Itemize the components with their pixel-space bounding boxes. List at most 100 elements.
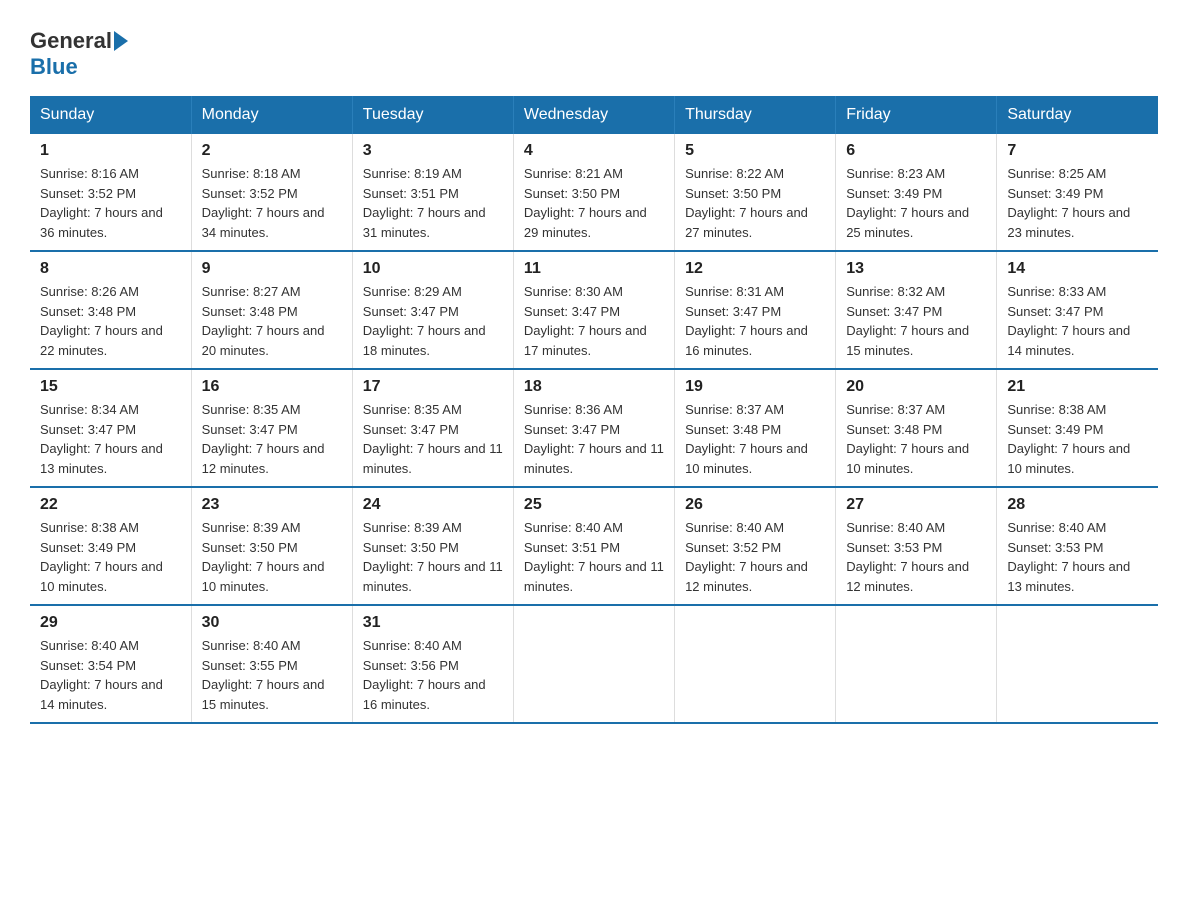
day-info: Sunrise: 8:33 AMSunset: 3:47 PMDaylight:… [1007,282,1148,360]
calendar-header: SundayMondayTuesdayWednesdayThursdayFrid… [30,96,1158,134]
day-number: 21 [1007,378,1148,396]
day-number: 15 [40,378,181,396]
day-info: Sunrise: 8:29 AMSunset: 3:47 PMDaylight:… [363,282,503,360]
day-number: 8 [40,260,181,278]
day-number: 22 [40,496,181,514]
day-info: Sunrise: 8:40 AMSunset: 3:52 PMDaylight:… [685,518,825,596]
calendar-cell: 13Sunrise: 8:32 AMSunset: 3:47 PMDayligh… [836,251,997,369]
day-number: 29 [40,614,181,632]
day-number: 6 [846,142,986,160]
day-number: 4 [524,142,664,160]
day-number: 17 [363,378,503,396]
day-info: Sunrise: 8:38 AMSunset: 3:49 PMDaylight:… [40,518,181,596]
logo: General Blue [30,20,130,80]
calendar-cell [513,605,674,723]
header-monday: Monday [191,96,352,134]
calendar-cell: 25Sunrise: 8:40 AMSunset: 3:51 PMDayligh… [513,487,674,605]
calendar-cell: 28 Sunrise: 8:40 AMSunset: 3:53 PMDayligh… [997,487,1158,605]
day-number: 20 [846,378,986,396]
week-row-2: 8 Sunrise: 8:26 AMSunset: 3:48 PMDaylight… [30,251,1158,369]
header-sunday: Sunday [30,96,191,134]
day-number: 10 [363,260,503,278]
calendar-cell: 10 Sunrise: 8:29 AMSunset: 3:47 PMDayligh… [352,251,513,369]
day-number: 18 [524,378,664,396]
day-info: Sunrise: 8:36 AMSunset: 3:47 PMDaylight:… [524,400,664,478]
day-info: Sunrise: 8:27 AMSunset: 3:48 PMDaylight:… [202,282,342,360]
calendar-table: SundayMondayTuesdayWednesdayThursdayFrid… [30,96,1158,724]
day-info: Sunrise: 8:35 AMSunset: 3:47 PMDaylight:… [202,400,342,478]
calendar-cell: 18 Sunrise: 8:36 AMSunset: 3:47 PMDayligh… [513,369,674,487]
week-row-3: 15 Sunrise: 8:34 AMSunset: 3:47 PMDayligh… [30,369,1158,487]
header-thursday: Thursday [675,96,836,134]
calendar-cell: 30 Sunrise: 8:40 AMSunset: 3:55 PMDayligh… [191,605,352,723]
calendar-cell: 6 Sunrise: 8:23 AMSunset: 3:49 PMDaylight… [836,134,997,251]
day-number: 14 [1007,260,1148,278]
logo-general-text: General [30,28,112,54]
day-info: Sunrise: 8:30 AMSunset: 3:47 PMDaylight:… [524,282,664,360]
day-number: 19 [685,378,825,396]
day-info: Sunrise: 8:23 AMSunset: 3:49 PMDaylight:… [846,164,986,242]
day-info: Sunrise: 8:21 AMSunset: 3:50 PMDaylight:… [524,164,664,242]
calendar-cell: 12 Sunrise: 8:31 AMSunset: 3:47 PMDayligh… [675,251,836,369]
day-info: Sunrise: 8:37 AMSunset: 3:48 PMDaylight:… [685,400,825,478]
calendar-cell: 21 Sunrise: 8:38 AMSunset: 3:49 PMDayligh… [997,369,1158,487]
calendar-cell: 8 Sunrise: 8:26 AMSunset: 3:48 PMDaylight… [30,251,191,369]
day-info: Sunrise: 8:40 AMSunset: 3:56 PMDaylight:… [363,636,503,714]
header-row: SundayMondayTuesdayWednesdayThursdayFrid… [30,96,1158,134]
logo-arrow-icon [114,31,128,51]
day-number: 25 [524,496,664,514]
day-info: Sunrise: 8:39 AMSunset: 3:50 PMDaylight:… [202,518,342,596]
day-info: Sunrise: 8:32 AMSunset: 3:47 PMDaylight:… [846,282,986,360]
day-number: 1 [40,142,181,160]
calendar-cell: 15 Sunrise: 8:34 AMSunset: 3:47 PMDayligh… [30,369,191,487]
week-row-1: 1 Sunrise: 8:16 AMSunset: 3:52 PMDaylight… [30,134,1158,251]
day-info: Sunrise: 8:40 AMSunset: 3:55 PMDaylight:… [202,636,342,714]
day-info: Sunrise: 8:26 AMSunset: 3:48 PMDaylight:… [40,282,181,360]
day-number: 28 [1007,496,1148,514]
day-number: 7 [1007,142,1148,160]
day-info: Sunrise: 8:34 AMSunset: 3:47 PMDaylight:… [40,400,181,478]
calendar-cell: 19 Sunrise: 8:37 AMSunset: 3:48 PMDayligh… [675,369,836,487]
day-number: 27 [846,496,986,514]
calendar-cell [836,605,997,723]
day-info: Sunrise: 8:16 AMSunset: 3:52 PMDaylight:… [40,164,181,242]
day-number: 30 [202,614,342,632]
header-saturday: Saturday [997,96,1158,134]
calendar-cell: 29Sunrise: 8:40 AMSunset: 3:54 PMDayligh… [30,605,191,723]
week-row-4: 22 Sunrise: 8:38 AMSunset: 3:49 PMDayligh… [30,487,1158,605]
calendar-cell: 5Sunrise: 8:22 AMSunset: 3:50 PMDaylight… [675,134,836,251]
calendar-cell: 9 Sunrise: 8:27 AMSunset: 3:48 PMDaylight… [191,251,352,369]
day-number: 23 [202,496,342,514]
header-friday: Friday [836,96,997,134]
day-number: 12 [685,260,825,278]
calendar-cell [997,605,1158,723]
week-row-5: 29Sunrise: 8:40 AMSunset: 3:54 PMDayligh… [30,605,1158,723]
day-info: Sunrise: 8:38 AMSunset: 3:49 PMDaylight:… [1007,400,1148,478]
day-info: Sunrise: 8:19 AMSunset: 3:51 PMDaylight:… [363,164,503,242]
calendar-cell: 11 Sunrise: 8:30 AMSunset: 3:47 PMDayligh… [513,251,674,369]
calendar-body: 1 Sunrise: 8:16 AMSunset: 3:52 PMDaylight… [30,134,1158,723]
logo-blue-text: Blue [30,54,78,79]
day-number: 11 [524,260,664,278]
calendar-cell: 7 Sunrise: 8:25 AMSunset: 3:49 PMDaylight… [997,134,1158,251]
day-info: Sunrise: 8:39 AMSunset: 3:50 PMDaylight:… [363,518,503,596]
day-info: Sunrise: 8:25 AMSunset: 3:49 PMDaylight:… [1007,164,1148,242]
calendar-cell: 17 Sunrise: 8:35 AMSunset: 3:47 PMDayligh… [352,369,513,487]
day-info: Sunrise: 8:18 AMSunset: 3:52 PMDaylight:… [202,164,342,242]
day-info: Sunrise: 8:40 AMSunset: 3:53 PMDaylight:… [1007,518,1148,596]
day-info: Sunrise: 8:22 AMSunset: 3:50 PMDaylight:… [685,164,825,242]
day-number: 9 [202,260,342,278]
calendar-cell: 2Sunrise: 8:18 AMSunset: 3:52 PMDaylight… [191,134,352,251]
day-info: Sunrise: 8:35 AMSunset: 3:47 PMDaylight:… [363,400,503,478]
calendar-cell: 23 Sunrise: 8:39 AMSunset: 3:50 PMDayligh… [191,487,352,605]
calendar-cell: 22 Sunrise: 8:38 AMSunset: 3:49 PMDayligh… [30,487,191,605]
calendar-cell: 16 Sunrise: 8:35 AMSunset: 3:47 PMDayligh… [191,369,352,487]
day-number: 16 [202,378,342,396]
calendar-cell: 31Sunrise: 8:40 AMSunset: 3:56 PMDayligh… [352,605,513,723]
day-number: 26 [685,496,825,514]
day-number: 24 [363,496,503,514]
calendar-cell: 14 Sunrise: 8:33 AMSunset: 3:47 PMDayligh… [997,251,1158,369]
calendar-cell [675,605,836,723]
header-wednesday: Wednesday [513,96,674,134]
day-info: Sunrise: 8:31 AMSunset: 3:47 PMDaylight:… [685,282,825,360]
